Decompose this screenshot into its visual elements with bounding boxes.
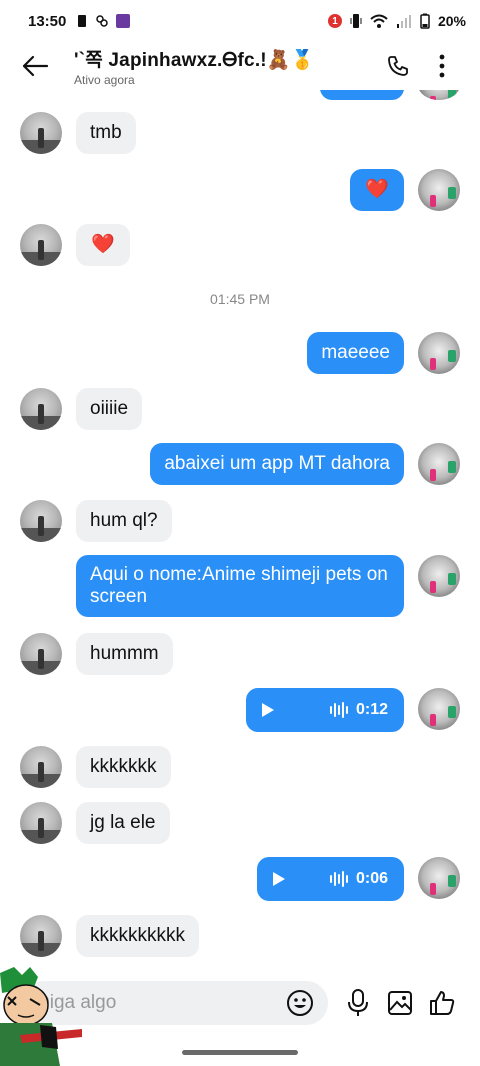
my-avatar (418, 169, 460, 211)
microphone-button[interactable] (342, 987, 374, 1019)
message-bubble-outgoing[interactable]: abaixei um app MT dahora (150, 443, 404, 485)
battery-percent: 20% (437, 13, 466, 29)
contact-avatar[interactable] (20, 500, 62, 542)
play-icon[interactable] (273, 872, 285, 886)
image-icon (388, 991, 412, 1015)
wifi-icon (370, 14, 388, 28)
status-time: 13:50 (28, 12, 67, 30)
contact-avatar[interactable] (20, 224, 62, 266)
my-avatar (418, 857, 460, 899)
contact-avatar[interactable] (20, 112, 62, 154)
my-avatar (418, 332, 460, 374)
smiley-icon[interactable] (286, 989, 314, 1017)
waveform-icon (329, 702, 348, 718)
status-right: 1 20% (327, 13, 466, 29)
message-bubble-incoming[interactable]: hummm (76, 633, 173, 675)
message-bubble-incoming[interactable]: oiiiie (76, 388, 143, 430)
contact-status: Ativo agora (74, 73, 135, 87)
contact-avatar[interactable] (20, 633, 62, 675)
more-vertical-icon (439, 54, 445, 78)
contact-avatar[interactable] (20, 915, 62, 957)
audio-message-outgoing[interactable]: 0:12 (246, 688, 404, 732)
timestamp-divider: 01:45 PM (210, 291, 270, 307)
my-avatar (418, 443, 460, 485)
more-options-button[interactable] (420, 44, 464, 88)
message-bubble-incoming[interactable]: jg la ele (76, 802, 170, 844)
message-bubble-incoming[interactable]: kkkkkkkkkk (76, 915, 199, 957)
contact-info[interactable]: '`쪽 Japinhawxz.Ꮎfc.!🧸🥇 Ativo agora (74, 45, 376, 87)
my-avatar (418, 688, 460, 730)
image-button[interactable] (384, 987, 416, 1019)
contact-name: '`쪽 Japinhawxz.Ꮎfc.!🧸🥇 (74, 50, 315, 71)
chat-header: '`쪽 Japinhawxz.Ꮎfc.!🧸🥇 Ativo agora (0, 42, 480, 90)
call-button[interactable] (376, 44, 420, 88)
status-left-icons (76, 14, 131, 28)
signal-icon (396, 15, 411, 28)
vibrate-icon (350, 14, 362, 28)
link-icon (96, 15, 109, 27)
message-bubble-incoming[interactable]: hum ql? (76, 500, 172, 542)
message-bubble-outgoing[interactable]: ❤️ (350, 169, 404, 211)
message-bubble-incoming[interactable]: tmb (76, 112, 136, 154)
contact-avatar[interactable] (20, 802, 62, 844)
message-list[interactable]: tmb ❤️ ❤️ 01:45 PM maeeee oiiiie abaixei… (0, 70, 480, 970)
audio-duration: 0:12 (355, 701, 388, 718)
message-bubble-incoming[interactable]: kkkkkkk (76, 746, 171, 788)
message-bubble-outgoing[interactable]: Aqui o nome:Anime shimeji pets on screen (76, 555, 404, 617)
my-avatar (418, 555, 460, 597)
contact-avatar[interactable] (20, 388, 62, 430)
floating-sticker-image[interactable] (0, 965, 82, 1066)
audio-duration: 0:06 (355, 870, 388, 887)
chat-screen: 13:50 1 20% '`쪽 Japinhawxz.Ꮎfc.!🧸🥇 Ativo… (0, 0, 480, 1066)
message-bubble-outgoing[interactable]: maeeee (307, 332, 404, 374)
like-button[interactable] (426, 987, 458, 1019)
status-bar: 13:50 1 20% (0, 0, 480, 42)
notification-badge: 1 (327, 14, 342, 28)
thumbs-up-icon (430, 991, 455, 1015)
back-button[interactable] (0, 42, 70, 90)
contact-avatar[interactable] (20, 746, 62, 788)
play-icon[interactable] (262, 703, 274, 717)
battery-saver-icon (78, 15, 87, 27)
home-indicator[interactable] (182, 1050, 298, 1055)
microphone-icon (348, 989, 368, 1016)
message-bubble-incoming[interactable]: ❤️ (76, 224, 130, 266)
app-notification-icon (116, 14, 131, 28)
audio-message-outgoing[interactable]: 0:06 (257, 857, 404, 901)
battery-icon (420, 13, 430, 29)
arrow-left-icon (22, 55, 49, 77)
phone-icon (388, 56, 408, 76)
waveform-icon (329, 871, 348, 887)
